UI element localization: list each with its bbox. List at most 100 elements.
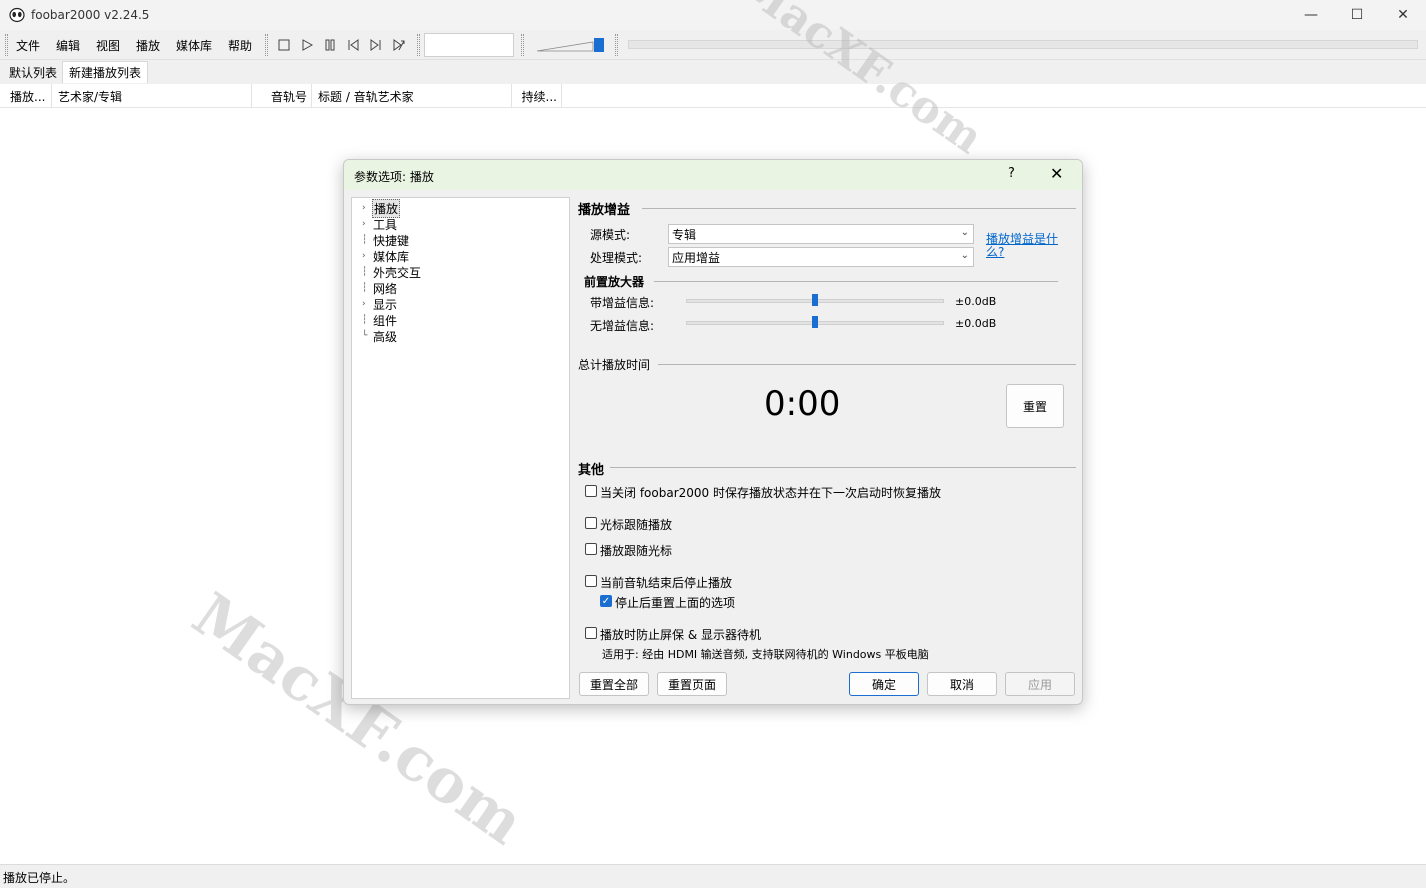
menu-help[interactable]: 帮助 [228, 37, 252, 54]
help-button[interactable]: ? [1008, 166, 1015, 181]
processing-mode-dropdown[interactable]: 应用增益 ⌄ [668, 247, 974, 267]
tree-line-icon: ┆ [362, 235, 368, 245]
toolbar-grip[interactable] [265, 34, 268, 56]
stop-after-current-checkbox[interactable] [585, 575, 597, 587]
without-rg-label: 无增益信息: [590, 319, 655, 333]
menu-view[interactable]: 视图 [96, 37, 120, 54]
tree-line-icon: ┆ [362, 283, 368, 293]
maximize-button[interactable]: ☐ [1334, 0, 1380, 30]
tree-node-advanced[interactable]: └ 高级 [362, 328, 398, 344]
with-rg-label: 带增益信息: [590, 296, 655, 310]
tree-node-label: 快捷键 [373, 233, 410, 248]
menu-playback[interactable]: 播放 [136, 37, 160, 54]
playback-order-box[interactable] [424, 33, 514, 57]
column-playing[interactable]: 播放... [4, 84, 52, 108]
tree-node-shell[interactable]: ┆ 外壳交互 [362, 264, 422, 280]
random-icon[interactable] [391, 37, 407, 53]
cancel-button[interactable]: 取消 [927, 672, 997, 696]
tree-node-network[interactable]: ┆ 网络 [362, 280, 398, 296]
ok-button[interactable]: 确定 [849, 672, 919, 696]
foobar-alien-icon [9, 7, 25, 23]
chevron-right-icon[interactable]: › [362, 299, 372, 309]
cursor-follows-playback-label[interactable]: 光标跟随播放 [600, 516, 672, 533]
chevron-down-icon: ⌄ [960, 227, 969, 238]
column-artist-album[interactable]: 艺术家/专辑 [52, 84, 252, 108]
tree-node-playback[interactable]: › 播放 [362, 198, 401, 218]
screensaver-note: 适用于: 经由 HDMI 输送音频, 支持联网待机的 Windows 平板电脑 [602, 648, 929, 661]
tree-node-components[interactable]: ┆ 组件 [362, 312, 398, 328]
tab-default-playlist[interactable]: 默认列表 [3, 61, 63, 83]
tree-node-library[interactable]: › 媒体库 [362, 248, 410, 264]
next-icon[interactable] [368, 37, 384, 53]
play-icon[interactable] [299, 37, 315, 53]
source-mode-dropdown[interactable]: 专辑 ⌄ [668, 224, 974, 244]
chevron-right-icon[interactable]: › [362, 203, 372, 213]
source-mode-label: 源模式: [590, 228, 631, 242]
reset-after-stop-checkbox[interactable]: ✓ [600, 595, 612, 607]
status-bar [0, 864, 1426, 888]
total-time-heading: 总计播放时间 [578, 358, 651, 372]
pause-icon[interactable] [322, 37, 338, 53]
checkmark-icon: ✓ [601, 595, 611, 607]
save-state-label[interactable]: 当关闭 foobar2000 时保存播放状态并在下一次启动时恢复播放 [600, 484, 941, 501]
replaygain-heading: 播放增益 [578, 203, 631, 218]
toolbar-grip[interactable] [417, 34, 420, 56]
seek-bar[interactable] [628, 40, 1418, 49]
prevent-screensaver-checkbox[interactable] [585, 627, 597, 639]
apply-button[interactable]: 应用 [1005, 672, 1075, 696]
volume-slider[interactable] [537, 38, 607, 52]
window-title: foobar2000 v2.24.5 [31, 8, 150, 22]
minimize-button[interactable]: — [1288, 0, 1334, 30]
divider [642, 208, 1076, 209]
divider [658, 364, 1076, 365]
column-duration[interactable]: 持续... [512, 84, 562, 108]
tree-node-display[interactable]: › 显示 [362, 296, 398, 312]
previous-icon[interactable] [345, 37, 361, 53]
chevron-right-icon[interactable]: › [362, 219, 372, 229]
total-time-value: 0:00 [764, 384, 841, 424]
reset-all-button[interactable]: 重置全部 [579, 672, 649, 696]
toolbar-grip[interactable] [5, 34, 8, 56]
chevron-right-icon[interactable]: › [362, 251, 372, 261]
reset-time-button[interactable]: 重置 [1006, 384, 1064, 428]
reset-page-button[interactable]: 重置页面 [657, 672, 727, 696]
divider [654, 281, 1058, 282]
preamp-heading: 前置放大器 [584, 275, 645, 289]
status-text: 播放已停止。 [3, 871, 76, 885]
reset-after-stop-label[interactable]: 停止后重置上面的选项 [615, 594, 735, 611]
tree-line-icon: └ [362, 331, 368, 341]
playback-follows-cursor-label[interactable]: 播放跟随光标 [600, 542, 672, 559]
close-button[interactable]: ✕ [1380, 0, 1426, 30]
save-state-checkbox[interactable] [585, 485, 597, 497]
replaygain-help-link[interactable]: 播放增益是什么? [986, 233, 1058, 259]
dialog-close-button[interactable]: ✕ [1050, 164, 1063, 183]
column-title[interactable]: 标题 / 音轨艺术家 [312, 84, 512, 108]
column-track-no[interactable]: 音轨号 [252, 84, 312, 108]
playlist-tabs [0, 60, 1426, 84]
without-rg-slider-thumb[interactable] [812, 316, 818, 328]
menu-file[interactable]: 文件 [16, 37, 40, 54]
without-rg-value: ±0.0dB [955, 317, 997, 330]
other-heading: 其他 [578, 463, 605, 478]
cursor-follows-playback-checkbox[interactable] [585, 517, 597, 529]
tree-node-shortcuts[interactable]: ┆ 快捷键 [362, 232, 410, 248]
title-bar [0, 0, 1426, 30]
tree-node-label: 网络 [373, 281, 398, 296]
tree-line-icon: ┆ [362, 267, 368, 277]
menu-library[interactable]: 媒体库 [176, 37, 212, 54]
with-rg-slider-thumb[interactable] [812, 294, 818, 306]
processing-mode-label: 处理模式: [590, 251, 643, 265]
tree-node-label: 外壳交互 [373, 265, 422, 280]
preferences-tree: › 播放 › 工具 ┆ 快捷键 › 媒体库 ┆ 外壳交互 ┆ 网络 › 显示 ┆ 组件 └ 高级 [351, 197, 570, 699]
prevent-screensaver-label[interactable]: 播放时防止屏保 & 显示器待机 [600, 626, 761, 643]
stop-after-current-label[interactable]: 当前音轨结束后停止播放 [600, 574, 732, 591]
toolbar-grip[interactable] [615, 34, 618, 56]
divider [610, 467, 1076, 468]
stop-icon[interactable] [276, 37, 292, 53]
menu-edit[interactable]: 编辑 [56, 37, 80, 54]
tab-new-playlist[interactable]: 新建播放列表 [62, 61, 149, 83]
tree-node-tools[interactable]: › 工具 [362, 216, 398, 232]
tree-node-label: 媒体库 [373, 249, 410, 264]
playback-follows-cursor-checkbox[interactable] [585, 543, 597, 555]
toolbar-grip[interactable] [521, 34, 524, 56]
